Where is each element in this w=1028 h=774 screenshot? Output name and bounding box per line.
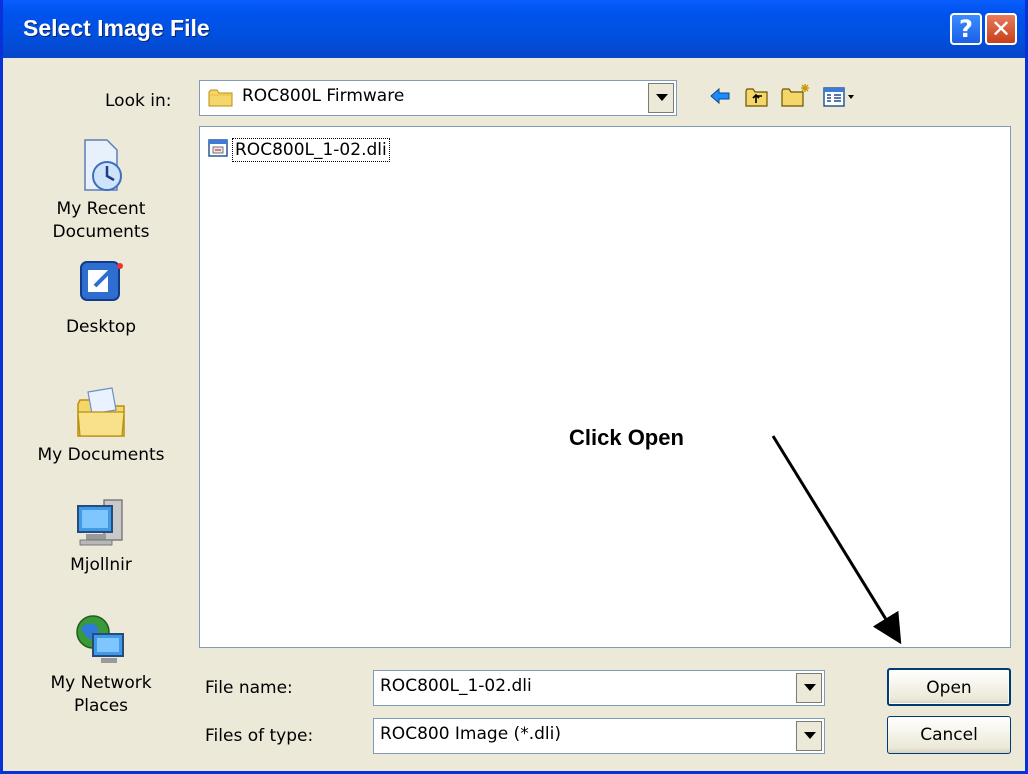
filename-combobox[interactable]: ROC800L_1-02.dli (373, 670, 825, 706)
filetype-label: Files of type: (205, 726, 314, 746)
chevron-down-icon[interactable] (796, 673, 822, 703)
filename-value: ROC800L_1-02.dli (380, 676, 532, 696)
open-button[interactable]: Open (887, 668, 1011, 706)
filetype-dropdown[interactable]: ROC800 Image (*.dli) (373, 718, 825, 754)
cancel-button[interactable]: Cancel (887, 716, 1011, 754)
filetype-value: ROC800 Image (*.dli) (380, 724, 561, 744)
filename-label: File name: (205, 678, 293, 698)
annotation-arrow (771, 435, 902, 645)
chevron-down-icon[interactable] (796, 721, 822, 751)
file-dialog-window: Select Image File ? ✕ Look in: ROC800L F… (0, 0, 1028, 774)
